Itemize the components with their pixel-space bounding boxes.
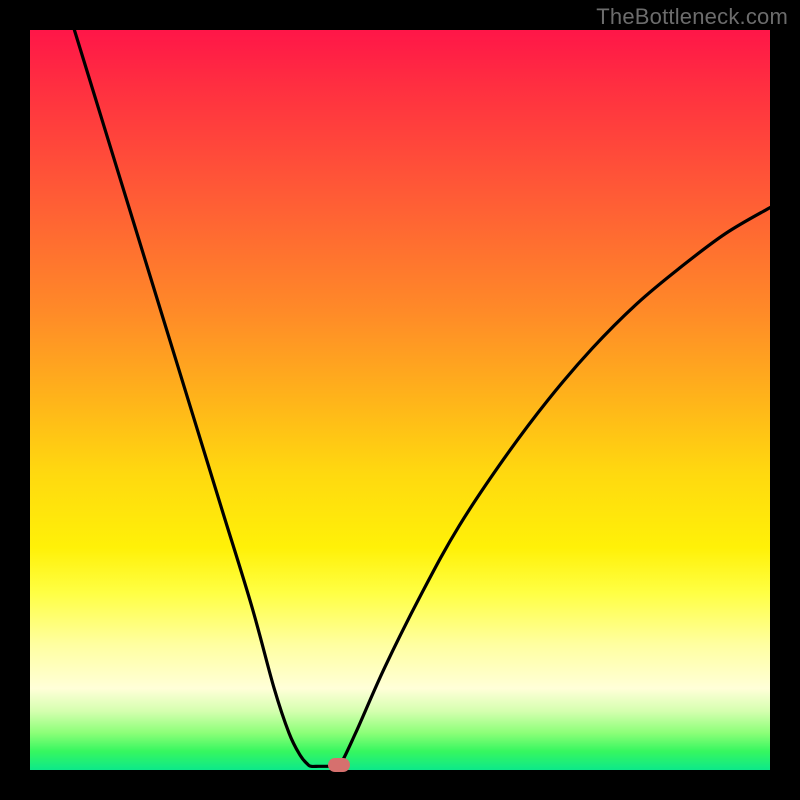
min-marker xyxy=(328,758,350,772)
curve-path xyxy=(74,30,770,769)
plot-area xyxy=(30,30,770,770)
watermark-text: TheBottleneck.com xyxy=(596,4,788,30)
chart-frame: TheBottleneck.com xyxy=(0,0,800,800)
bottleneck-curve xyxy=(30,30,770,770)
